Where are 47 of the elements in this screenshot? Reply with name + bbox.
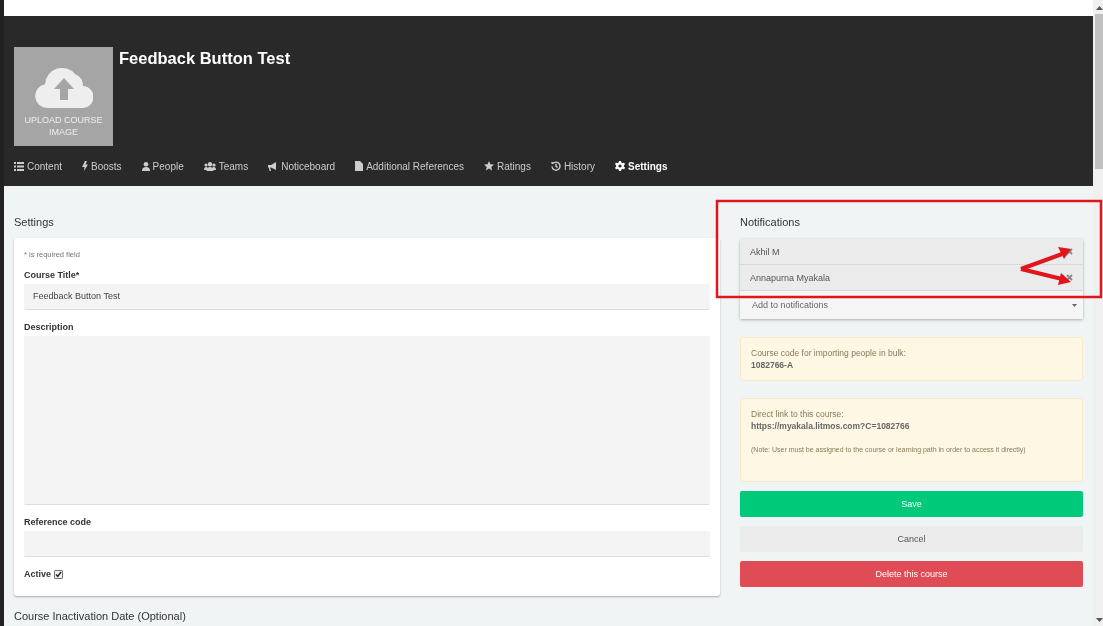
history-icon bbox=[550, 161, 561, 171]
field-label: Course Title* bbox=[24, 269, 81, 281]
nav-tab[interactable]: Additional References bbox=[345, 160, 474, 172]
megaphone-icon bbox=[268, 161, 279, 171]
list-icon bbox=[14, 161, 24, 171]
document-icon bbox=[355, 161, 364, 171]
course-url: https://myakala.litmos.com?C=1082766 bbox=[751, 420, 911, 432]
nav-tab[interactable]: People bbox=[131, 160, 194, 172]
checkbox-label: Active bbox=[24, 568, 51, 580]
reference-code-field[interactable] bbox=[24, 531, 710, 557]
add-notification-dropdown[interactable]: Add to notifications bbox=[740, 291, 1083, 319]
recipient-name: Annapurna Myakala bbox=[750, 272, 831, 283]
cancel-button[interactable]: Cancel bbox=[740, 526, 1083, 552]
nav-tab[interactable]: Settings bbox=[605, 160, 678, 172]
cloud-upload-icon bbox=[34, 66, 93, 108]
course-code-label: Course code for importing people in bulk: bbox=[751, 347, 907, 359]
nav-tab[interactable]: Teams bbox=[193, 160, 259, 172]
description-field[interactable] bbox=[24, 335, 710, 506]
nav-tab[interactable]: Noticeboard bbox=[258, 160, 346, 172]
course-title: Feedback Button Test bbox=[119, 48, 291, 68]
course-title-field[interactable]: Feedback Button Test bbox=[24, 284, 710, 310]
section-heading: Notifications bbox=[740, 215, 801, 230]
settings-icon bbox=[615, 161, 625, 171]
section-heading: Course Inactivation Date (Optional) bbox=[14, 610, 187, 622]
field-label: Reference code bbox=[24, 516, 93, 529]
scrollbar-thumb[interactable] bbox=[1095, 14, 1103, 169]
scroll-down-icon[interactable] bbox=[1095, 618, 1103, 622]
group-icon bbox=[203, 161, 216, 171]
lightning-icon bbox=[82, 161, 89, 171]
field-label: Description bbox=[24, 320, 75, 333]
caret-icon bbox=[1072, 303, 1077, 307]
remove-icon[interactable] bbox=[1066, 274, 1073, 281]
active-checkbox[interactable] bbox=[54, 569, 63, 579]
nav-tab[interactable]: Content bbox=[14, 160, 73, 172]
nav-tab[interactable]: History bbox=[540, 160, 605, 172]
delete-button[interactable]: Delete this course bbox=[740, 561, 1083, 587]
section-heading: Settings bbox=[14, 215, 55, 230]
scroll-up-icon[interactable] bbox=[1095, 6, 1103, 10]
nav-tab[interactable]: Boosts bbox=[72, 160, 132, 172]
course-code: 1082766-A bbox=[751, 359, 795, 371]
recipient-name: Akhil M bbox=[750, 246, 780, 257]
direct-link-label: Direct link to this course: bbox=[751, 408, 845, 420]
annotation-arrow bbox=[1020, 247, 1071, 271]
star-icon bbox=[483, 161, 494, 171]
person-icon bbox=[141, 161, 150, 171]
annotation-arrow bbox=[1020, 267, 1071, 285]
nav-tab[interactable]: Ratings bbox=[473, 160, 541, 172]
